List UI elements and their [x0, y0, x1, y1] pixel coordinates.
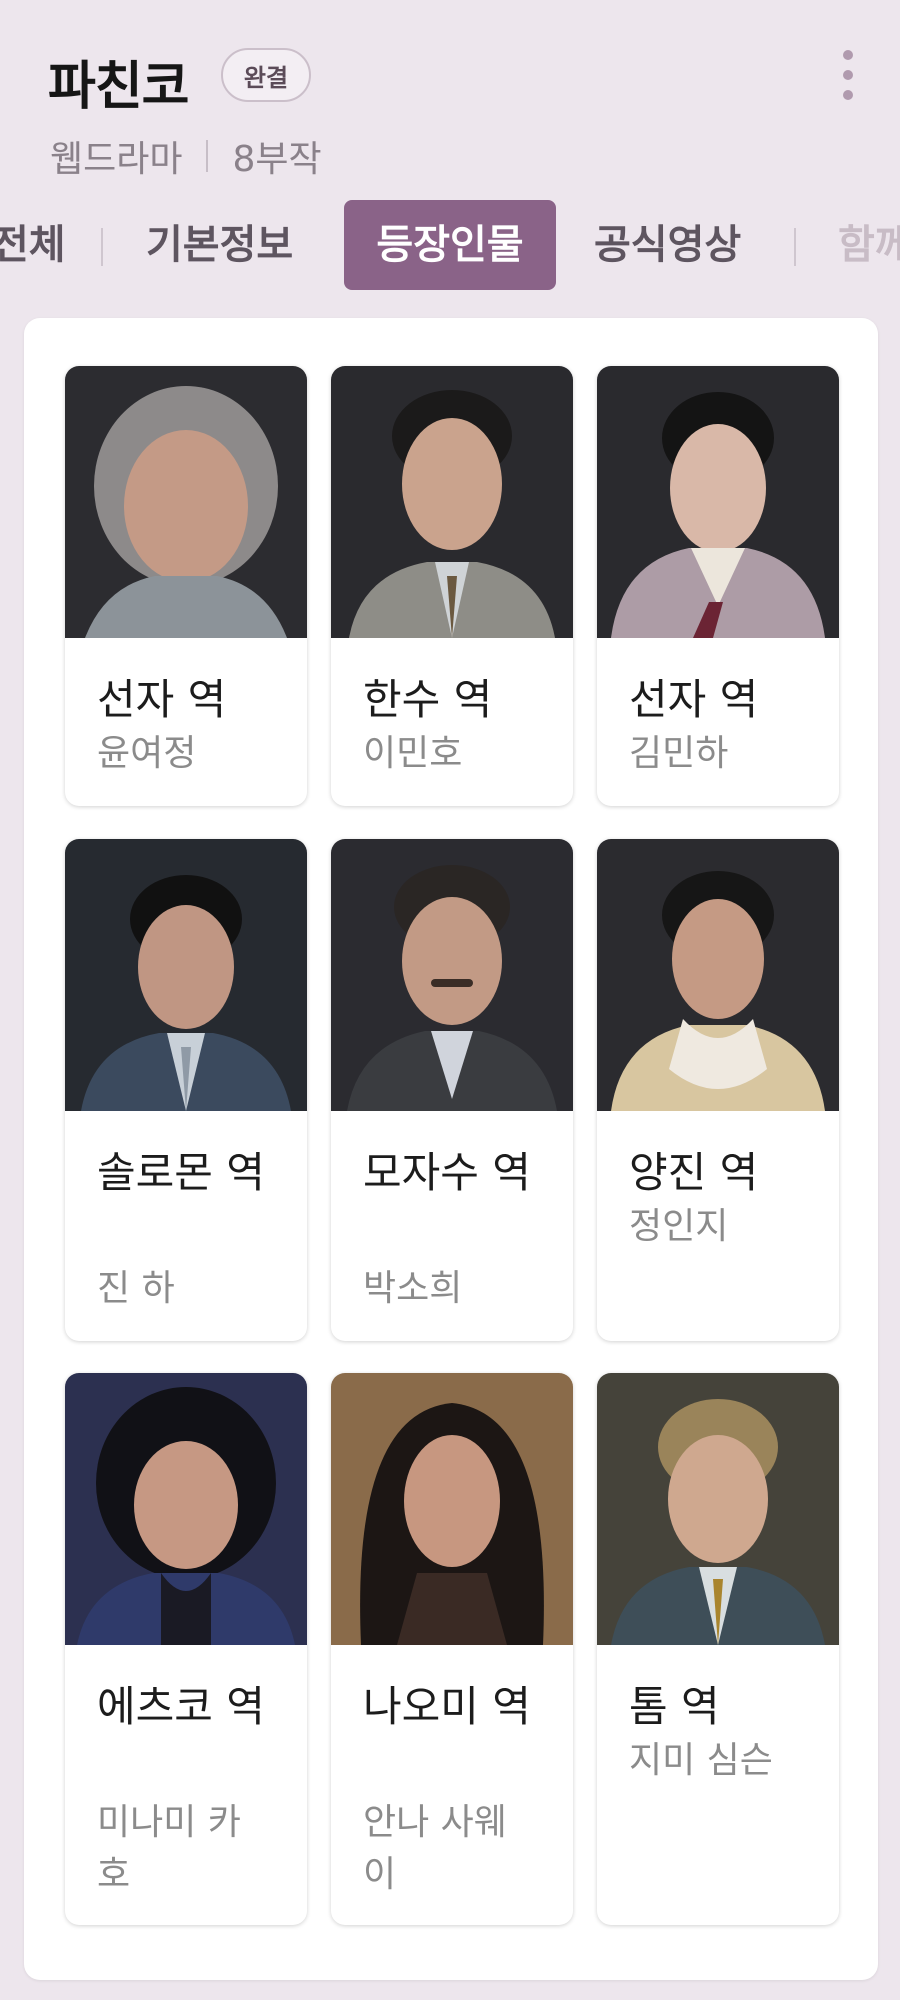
role-name: 나오미 역: [363, 1682, 531, 1731]
cast-card[interactable]: 나오미 역 안나 사웨 이: [331, 1373, 573, 1925]
portrait-man-blond-icon: [597, 1373, 839, 1645]
page-title: 파친코: [48, 57, 190, 117]
cast-card[interactable]: 선자 역 김민하: [597, 366, 839, 806]
actor-name: 정인지: [629, 1206, 729, 1247]
cast-card[interactable]: 에츠코 역 미나미 카 호: [65, 1373, 307, 1925]
role-name: 모자수 역: [363, 1148, 531, 1197]
portrait-woman-long-hair-icon: [331, 1373, 573, 1645]
portrait-man-suit-icon: [65, 839, 307, 1111]
status-badge: 완결: [221, 48, 311, 102]
role-name: 톰 역: [629, 1682, 720, 1731]
header: 파친코 완결 웹드라마 8부작: [0, 0, 900, 190]
portrait-man-suit-icon: [331, 366, 573, 638]
actor-name: 김민하: [629, 733, 729, 774]
role-name: 선자 역: [97, 675, 227, 724]
tab-divider: [794, 228, 796, 266]
tab-together[interactable]: 함께: [838, 200, 900, 290]
role-name: 양진 역: [629, 1148, 759, 1197]
tab-divider: [101, 228, 103, 266]
actor-name: 미나미 카 호: [97, 1802, 241, 1895]
cast-card[interactable]: 양진 역 정인지: [597, 839, 839, 1341]
tab-all[interactable]: 전체: [0, 200, 66, 290]
tab-basic-info[interactable]: 기본정보: [146, 200, 293, 290]
tab-bar: 전체 기본정보 등장인물 공식영상 함께: [0, 200, 900, 292]
actor-name: 안나 사웨 이: [363, 1802, 507, 1895]
role-name: 솔로몬 역: [97, 1148, 265, 1197]
cast-card[interactable]: 솔로몬 역 진 하: [65, 839, 307, 1341]
portrait-young-woman-hanbok-icon: [597, 366, 839, 638]
role-name: 에츠코 역: [97, 1682, 265, 1731]
portrait-man-mustache-icon: [331, 839, 573, 1111]
episodes-label: 8부작: [232, 139, 322, 180]
cast-card[interactable]: 선자 역 윤여정: [65, 366, 307, 806]
actor-name: 지미 심슨: [629, 1740, 773, 1781]
tab-videos[interactable]: 공식영상: [594, 200, 741, 290]
role-name: 선자 역: [629, 675, 759, 724]
actor-name: 이민호: [363, 733, 463, 774]
portrait-woman-curly-hair-icon: [65, 1373, 307, 1645]
actor-name: 박소희: [363, 1268, 463, 1309]
actor-name: 윤여정: [97, 733, 197, 774]
cast-card[interactable]: 톰 역 지미 심슨: [597, 1373, 839, 1925]
genre-label: 웹드라마: [50, 139, 183, 180]
actor-name: 진 하: [97, 1268, 175, 1309]
cast-card[interactable]: 한수 역 이민호: [331, 366, 573, 806]
portrait-elderly-woman-icon: [65, 366, 307, 638]
portrait-woman-scarf-icon: [597, 839, 839, 1111]
more-options-icon[interactable]: [838, 50, 858, 100]
tab-cast[interactable]: 등장인물: [344, 200, 556, 290]
role-name: 한수 역: [363, 675, 493, 724]
cast-card[interactable]: 모자수 역 박소희: [331, 839, 573, 1341]
meta-info: 웹드라마 8부작: [50, 130, 322, 182]
divider: [206, 140, 209, 172]
